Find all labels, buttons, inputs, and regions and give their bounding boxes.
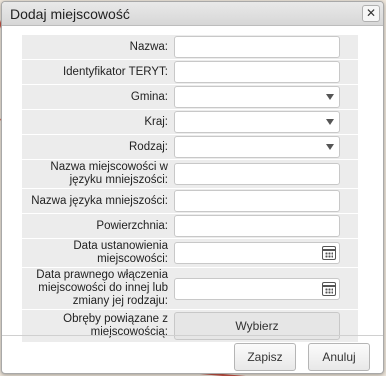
label-nazwa: Nazwa:: [129, 40, 168, 53]
row-data-wlaczenia: Data prawnego włączenia miejscowości do …: [22, 268, 358, 310]
row-data-ustanowienia: Data ustanowienia miejscowości:: [22, 239, 358, 268]
label-nazwa-mniejszosci: Nazwa miejscowości w języku mniejszości:: [50, 161, 168, 186]
chevron-down-icon: [326, 119, 334, 125]
row-nazwa-jezyka: Nazwa języka mniejszości:: [22, 189, 358, 214]
rodzaj-select[interactable]: [174, 136, 340, 158]
add-locality-dialog: Dodaj miejscowość ✕ Nazwa: Identyfikator…: [1, 1, 384, 374]
teryt-input[interactable]: [174, 61, 340, 83]
cancel-button[interactable]: Anuluj: [308, 343, 370, 371]
label-gmina: Gmina:: [130, 90, 168, 103]
row-powierzchnia: Powierzchnia:: [22, 214, 358, 239]
data-ustanowienia-input[interactable]: [174, 242, 340, 264]
nazwa-jezyka-input[interactable]: [174, 190, 340, 212]
row-teryt: Identyfikator TERYT:: [22, 60, 358, 85]
form-panel: Nazwa: Identyfikator TERYT: Gmina: Kraj:…: [22, 35, 358, 342]
row-nazwa-mniejszosci: Nazwa miejscowości w języku mniejszości:: [22, 160, 358, 189]
row-gmina: Gmina:: [22, 85, 358, 110]
label-data-ustanowienia: Data ustanowienia miejscowości:: [73, 240, 168, 265]
calendar-icon[interactable]: [322, 281, 336, 296]
calendar-icon[interactable]: [322, 246, 336, 260]
nazwa-input[interactable]: [174, 36, 340, 58]
close-button[interactable]: ✕: [362, 5, 380, 22]
row-rodzaj: Rodzaj:: [22, 135, 358, 160]
close-icon: ✕: [365, 6, 377, 20]
dialog-titlebar[interactable]: Dodaj miejscowość ✕: [2, 2, 383, 26]
label-teryt: Identyfikator TERYT:: [62, 65, 168, 78]
save-button[interactable]: Zapisz: [234, 343, 296, 371]
gmina-select[interactable]: [174, 86, 340, 108]
powierzchnia-input[interactable]: [174, 215, 340, 237]
kraj-select[interactable]: [174, 111, 340, 133]
row-kraj: Kraj:: [22, 110, 358, 135]
data-wlaczenia-input[interactable]: [174, 277, 340, 300]
label-nazwa-jezyka: Nazwa języka mniejszości:: [31, 194, 168, 207]
label-data-wlaczenia: Data prawnego włączenia miejscowości do …: [36, 269, 168, 307]
footer-divider: [2, 335, 383, 336]
label-rodzaj: Rodzaj:: [129, 140, 168, 153]
row-nazwa: Nazwa:: [22, 35, 358, 60]
dialog-title: Dodaj miejscowość: [10, 6, 130, 22]
row-obreby: Obręby powiązane z miejscowością: Wybier…: [22, 310, 358, 342]
chevron-down-icon: [326, 94, 334, 100]
label-kraj: Kraj:: [144, 115, 168, 128]
label-powierzchnia: Powierzchnia:: [96, 219, 168, 232]
chevron-down-icon: [326, 144, 334, 150]
nazwa-mniejszosci-input[interactable]: [174, 163, 340, 185]
